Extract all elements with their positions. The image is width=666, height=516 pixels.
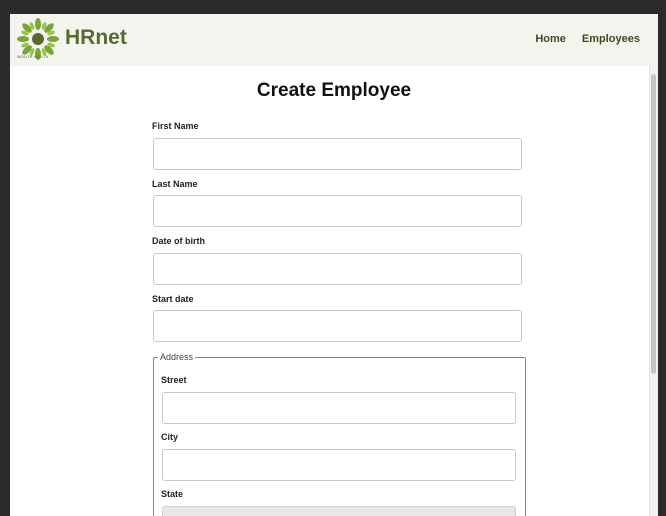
state-select[interactable] bbox=[162, 506, 516, 516]
city-label: City bbox=[161, 432, 179, 442]
street-input[interactable] bbox=[162, 392, 516, 424]
city-input[interactable] bbox=[162, 449, 516, 481]
first-name-input[interactable] bbox=[153, 138, 522, 170]
last-name-input[interactable] bbox=[153, 195, 522, 227]
start-date-input[interactable] bbox=[153, 310, 522, 342]
logo-caption: WEALTH HEALTH bbox=[17, 55, 49, 59]
top-navbar: WEALTH HEALTH HRnet Home Employees bbox=[10, 14, 658, 66]
nav-home-link[interactable]: Home bbox=[535, 33, 566, 45]
street-label: Street bbox=[161, 375, 187, 385]
last-name-label: Last Name bbox=[152, 179, 198, 189]
main-nav: Home Employees bbox=[535, 33, 640, 45]
first-name-label: First Name bbox=[152, 121, 199, 131]
browser-viewport: WEALTH HEALTH HRnet Home Employees Creat… bbox=[10, 14, 658, 516]
address-legend: Address bbox=[160, 352, 194, 362]
page-scrollbar[interactable] bbox=[649, 66, 658, 516]
state-label: State bbox=[161, 489, 184, 499]
nav-employees-link[interactable]: Employees bbox=[582, 33, 640, 45]
address-fieldset: Address bbox=[153, 352, 526, 516]
start-date-label: Start date bbox=[152, 294, 194, 304]
page-title: Create Employee bbox=[256, 80, 412, 101]
date-of-birth-input[interactable] bbox=[153, 253, 522, 285]
date-of-birth-label: Date of birth bbox=[152, 236, 205, 246]
scrollbar-thumb[interactable] bbox=[651, 74, 656, 374]
brand-name[interactable]: HRnet bbox=[65, 26, 127, 50]
